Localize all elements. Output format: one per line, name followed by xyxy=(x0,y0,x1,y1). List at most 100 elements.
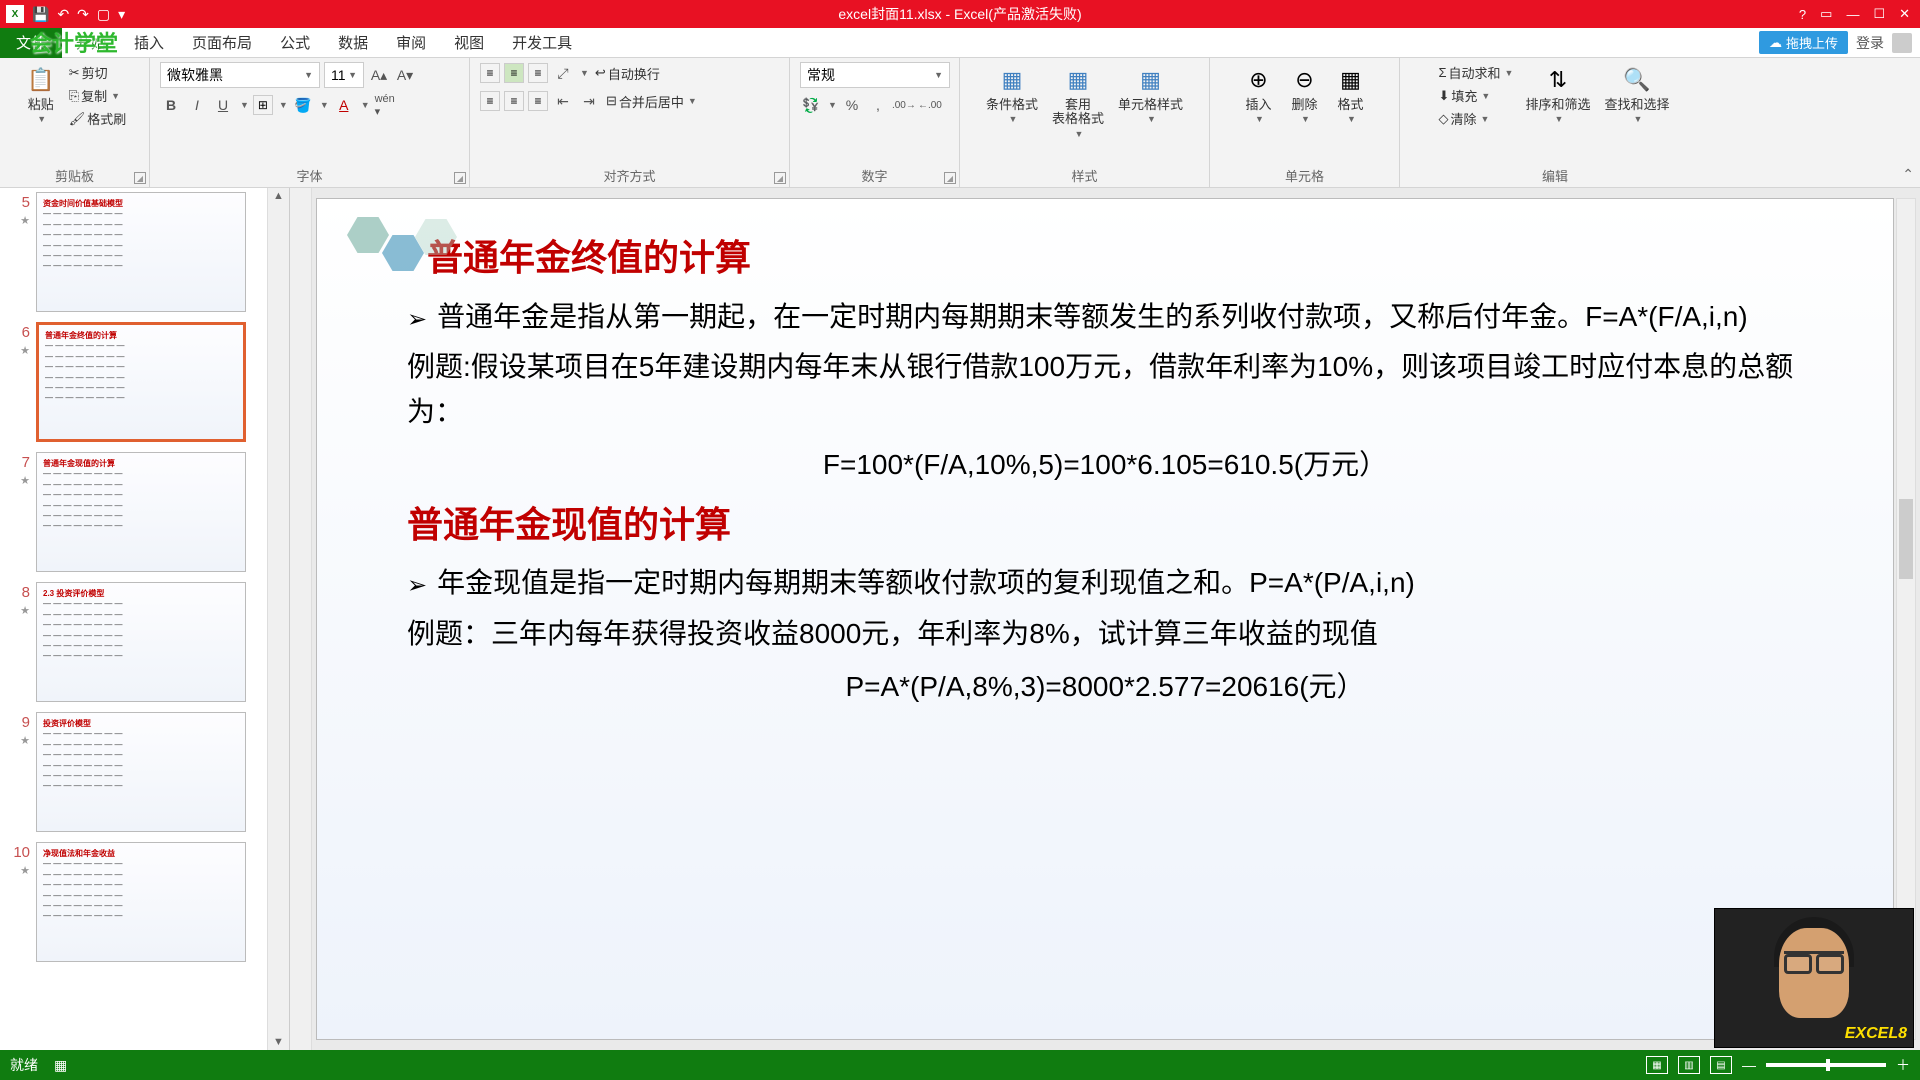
tab-view[interactable]: 视图 xyxy=(440,28,498,58)
slide-thumbnail[interactable]: 净现值法和年金收益— — — — — — — —— — — — — — — ——… xyxy=(36,842,246,962)
tab-developer[interactable]: 开发工具 xyxy=(498,28,586,58)
increase-decimal-icon[interactable]: .00→ xyxy=(893,94,915,116)
cell-styles-button[interactable]: ▦单元格样式▼ xyxy=(1114,62,1187,126)
slide-thumbnail[interactable]: 普通年金现值的计算— — — — — — — —— — — — — — — ——… xyxy=(36,452,246,572)
conditional-format-button[interactable]: ▦条件格式▼ xyxy=(982,62,1042,126)
tab-data[interactable]: 数据 xyxy=(324,28,382,58)
view-normal-icon[interactable]: ▦ xyxy=(1646,1056,1668,1074)
zoom-out-icon[interactable]: — xyxy=(1742,1057,1756,1073)
fill-button[interactable]: ⬇填充▼ xyxy=(1436,85,1492,106)
qat-more-icon[interactable]: ▾ xyxy=(118,6,125,23)
status-macro-icon[interactable]: ▦ xyxy=(54,1057,67,1074)
border-button[interactable]: ⊞ xyxy=(253,95,273,115)
find-select-button[interactable]: 🔍查找和选择▼ xyxy=(1600,62,1673,126)
shrink-font-icon[interactable]: A▾ xyxy=(394,64,416,86)
tab-home[interactable]: 开始 xyxy=(62,28,120,58)
cell-style-icon: ▦ xyxy=(1135,64,1167,96)
align-left-icon[interactable]: ≡ xyxy=(480,91,500,111)
sort-filter-button[interactable]: ⇅排序和筛选▼ xyxy=(1521,62,1594,126)
wrap-text-button[interactable]: ↩自动换行 xyxy=(593,63,662,84)
slide-thumbnail[interactable]: 投资评价模型— — — — — — — —— — — — — — — —— — … xyxy=(36,712,246,832)
tab-review[interactable]: 审阅 xyxy=(382,28,440,58)
tab-file[interactable]: 文件 xyxy=(0,28,62,58)
slide-thumbnail[interactable]: 普通年金终值的计算— — — — — — — —— — — — — — — ——… xyxy=(36,322,246,442)
zoom-slider[interactable] xyxy=(1766,1063,1886,1067)
slide-thumbnail[interactable]: 2.3 投资评价模型— — — — — — — —— — — — — — — —… xyxy=(36,582,246,702)
align-right-icon[interactable]: ≡ xyxy=(528,91,548,111)
insert-cells-button[interactable]: ⊕插入▼ xyxy=(1239,62,1279,126)
format-as-table-button[interactable]: ▦套用 表格格式▼ xyxy=(1048,62,1108,141)
view-page-layout-icon[interactable]: ▥ xyxy=(1678,1056,1700,1074)
slide-thumb-10[interactable]: 10★净现值法和年金收益— — — — — — — —— — — — — — —… xyxy=(8,842,263,962)
help-icon[interactable]: ? xyxy=(1799,7,1806,22)
orientation-icon[interactable]: ⤢ xyxy=(552,62,574,84)
align-bottom-icon[interactable]: ≡ xyxy=(528,63,548,83)
font-name-select[interactable]: 微软雅黑▼ xyxy=(160,62,320,88)
scroll-down-icon[interactable]: ▼ xyxy=(273,1036,284,1048)
grow-font-icon[interactable]: A▴ xyxy=(368,64,390,86)
minimize-icon[interactable]: — xyxy=(1846,7,1859,22)
format-painter-button[interactable]: 🖌格式刷 xyxy=(67,108,129,129)
format-cells-button[interactable]: ▦格式▼ xyxy=(1331,62,1371,126)
scrollbar-thumb[interactable] xyxy=(1899,499,1913,579)
slide-panel-scrollbar[interactable]: ▲ ▼ xyxy=(267,188,289,1050)
tab-formulas[interactable]: 公式 xyxy=(266,28,324,58)
slide-thumb-7[interactable]: 7★普通年金现值的计算— — — — — — — —— — — — — — — … xyxy=(8,452,263,572)
accounting-format-icon[interactable]: 💱 xyxy=(800,94,822,116)
slide-thumb-5[interactable]: 5★资金时间价值基础模型— — — — — — — —— — — — — — —… xyxy=(8,192,263,312)
number-format-select[interactable]: 常规▼ xyxy=(800,62,950,88)
decrease-decimal-icon[interactable]: ←.00 xyxy=(919,94,941,116)
font-color-button[interactable]: A xyxy=(333,94,355,116)
fill-color-button[interactable]: 🪣 xyxy=(292,94,314,116)
upload-button[interactable]: ☁拖拽上传 xyxy=(1759,31,1848,54)
login-link[interactable]: 登录 xyxy=(1856,33,1884,53)
decrease-indent-icon[interactable]: ⇤ xyxy=(552,90,574,112)
clipboard-dialog-launcher[interactable]: ◢ xyxy=(134,172,146,184)
delete-cells-button[interactable]: ⊖删除▼ xyxy=(1285,62,1325,126)
slide-canvas[interactable]: 普通年金终值的计算 ➢ 普通年金是指从第一期起，在一定时期内每期期末等额发生的系… xyxy=(316,198,1894,1040)
zoom-in-icon[interactable]: ＋ xyxy=(1896,1055,1910,1075)
phonetic-button[interactable]: wén▾ xyxy=(374,94,396,116)
copy-button[interactable]: ⎘复制▼ xyxy=(67,85,122,106)
qat-save-icon[interactable]: 💾 xyxy=(32,6,49,23)
percent-icon[interactable]: % xyxy=(841,94,863,116)
merge-center-button[interactable]: ⊟合并后居中▼ xyxy=(604,91,699,112)
group-cells: ⊕插入▼ ⊖删除▼ ▦格式▼ 单元格 xyxy=(1210,58,1400,187)
increase-indent-icon[interactable]: ⇥ xyxy=(578,90,600,112)
cut-button[interactable]: ✂剪切 xyxy=(67,62,110,83)
clear-button[interactable]: ◇清除▼ xyxy=(1436,108,1491,129)
underline-button[interactable]: U xyxy=(212,94,234,116)
slide-thumb-9[interactable]: 9★投资评价模型— — — — — — — —— — — — — — — —— … xyxy=(8,712,263,832)
qat-redo-icon[interactable]: ↷ xyxy=(77,6,89,23)
find-icon: 🔍 xyxy=(1621,64,1653,96)
qat-undo-icon[interactable]: ↶ xyxy=(57,6,69,23)
scroll-up-icon[interactable]: ▲ xyxy=(273,190,284,202)
view-page-break-icon[interactable]: ▤ xyxy=(1710,1056,1732,1074)
tab-insert[interactable]: 插入 xyxy=(120,28,178,58)
maximize-icon[interactable]: ☐ xyxy=(1873,6,1885,22)
thumb-title: 普通年金现值的计算 xyxy=(43,459,239,469)
sigma-icon: Σ xyxy=(1438,65,1446,80)
slide-thumb-8[interactable]: 8★2.3 投资评价模型— — — — — — — —— — — — — — —… xyxy=(8,582,263,702)
qat-new-icon[interactable]: ▢ xyxy=(97,6,110,23)
align-middle-icon[interactable]: ≡ xyxy=(504,63,524,83)
user-avatar[interactable] xyxy=(1892,33,1912,53)
bold-button[interactable]: B xyxy=(160,94,182,116)
italic-button[interactable]: I xyxy=(186,94,208,116)
autosum-button[interactable]: Σ自动求和▼ xyxy=(1436,62,1515,83)
align-top-icon[interactable]: ≡ xyxy=(480,63,500,83)
comma-icon[interactable]: , xyxy=(867,94,889,116)
close-icon[interactable]: ✕ xyxy=(1899,6,1910,22)
slide-thumb-6[interactable]: 6★普通年金终值的计算— — — — — — — —— — — — — — — … xyxy=(8,322,263,442)
tab-page-layout[interactable]: 页面布局 xyxy=(178,28,266,58)
font-dialog-launcher[interactable]: ◢ xyxy=(454,172,466,184)
align-center-icon[interactable]: ≡ xyxy=(504,91,524,111)
window-options-icon[interactable]: ▭ xyxy=(1820,6,1832,22)
font-size-select[interactable]: 11▼ xyxy=(324,62,364,88)
paste-button[interactable]: 📋 粘贴 ▼ xyxy=(21,62,61,126)
slide-thumbnail[interactable]: 资金时间价值基础模型— — — — — — — —— — — — — — — —… xyxy=(36,192,246,312)
alignment-dialog-launcher[interactable]: ◢ xyxy=(774,172,786,184)
slide-list[interactable]: 5★资金时间价值基础模型— — — — — — — —— — — — — — —… xyxy=(0,188,289,1050)
collapse-ribbon-icon[interactable]: ⌃ xyxy=(1902,166,1914,183)
number-dialog-launcher[interactable]: ◢ xyxy=(944,172,956,184)
